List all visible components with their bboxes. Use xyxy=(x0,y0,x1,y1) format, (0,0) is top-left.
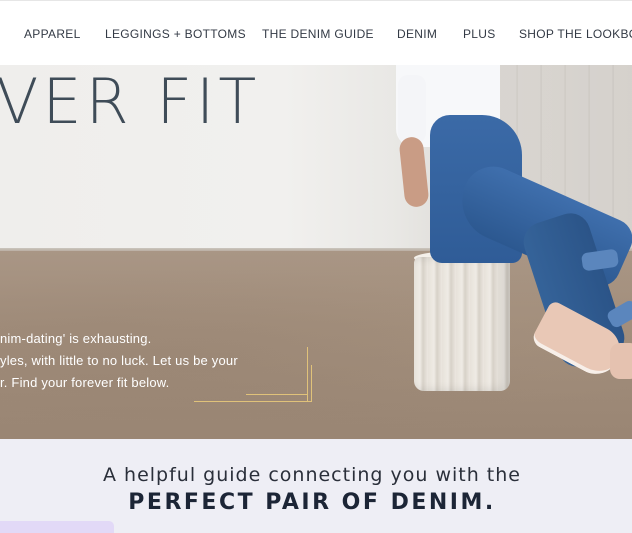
hero-body-line: r. Find your forever fit below. xyxy=(0,375,170,390)
nav-item-plus[interactable]: PLUS xyxy=(463,27,496,41)
nav-item-shop-the-lookbook[interactable]: SHOP THE LOOKBOOK xyxy=(519,27,632,41)
nav-item-apparel[interactable]: APPAREL xyxy=(24,27,81,41)
intro-subheading: A helpful guide connecting you with the xyxy=(103,464,521,486)
decorative-frame-line xyxy=(307,347,308,401)
nav-item-denim-guide[interactable]: THE DENIM GUIDE xyxy=(262,27,374,41)
hero-body-line: yles, with little to no luck. Let us be … xyxy=(0,353,238,368)
hero-banner: VER FIT nim-dating' is exhausting. yles,… xyxy=(0,65,632,439)
nav-item-leggings-bottoms[interactable]: LEGGINGS + BOTTOMS xyxy=(105,27,246,41)
hero-body-text: nim-dating' is exhausting. yles, with li… xyxy=(0,328,300,394)
top-navigation: APPAREL LEGGINGS + BOTTOMS THE DENIM GUI… xyxy=(0,0,632,66)
wooden-stump-stool xyxy=(414,257,510,391)
lavender-tab[interactable] xyxy=(0,521,114,533)
nav-item-denim[interactable]: DENIM xyxy=(397,27,437,41)
hero-title: VER FIT xyxy=(0,65,261,138)
decorative-frame-line xyxy=(311,365,312,401)
hero-body-line: nim-dating' is exhausting. xyxy=(0,331,152,346)
decorative-frame-line xyxy=(194,401,312,402)
denim-guide-intro xyxy=(0,439,632,533)
pink-sneaker xyxy=(610,343,632,379)
model-arm xyxy=(398,75,426,143)
intro-heading: PERFECT PAIR OF DENIM. xyxy=(128,490,496,515)
decorative-frame-line xyxy=(246,394,307,395)
page: APPAREL LEGGINGS + BOTTOMS THE DENIM GUI… xyxy=(0,0,632,533)
